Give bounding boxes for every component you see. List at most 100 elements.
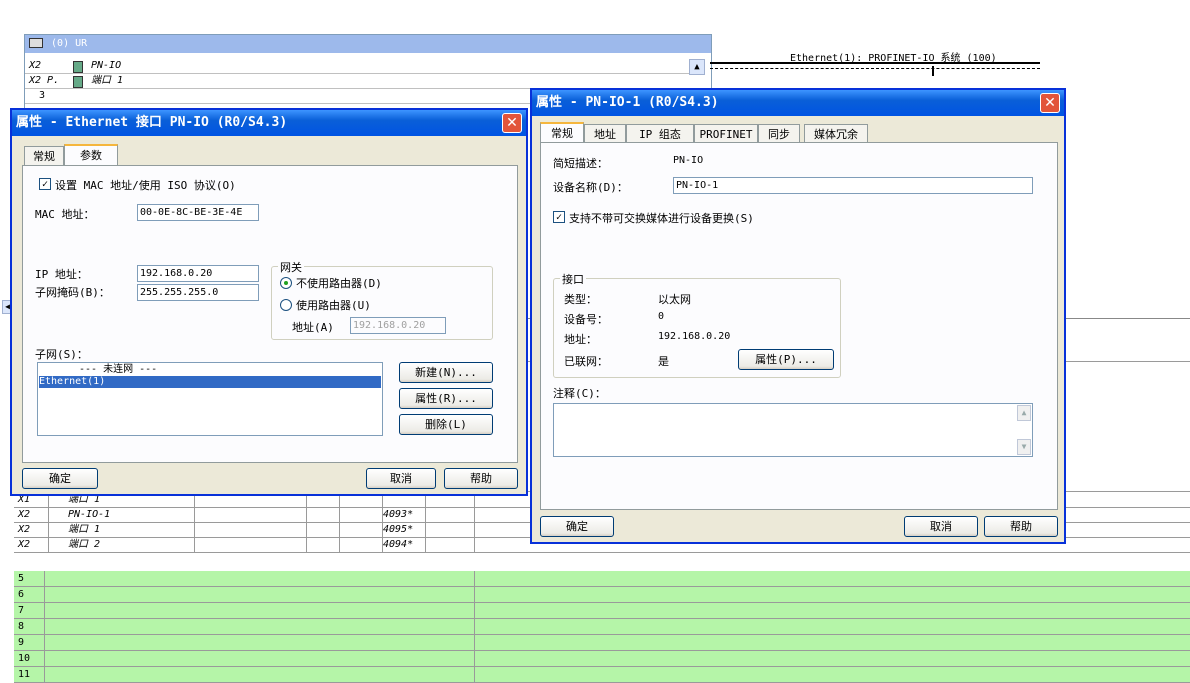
comment-label: 注释(C)：	[553, 387, 606, 400]
table-row[interactable]: 10	[14, 651, 1190, 667]
use-router-radio[interactable]	[280, 299, 292, 311]
mac-address-field[interactable]: 00-0E-8C-BE-3E-4E	[137, 204, 259, 221]
device-replace-checkbox[interactable]: ✓	[553, 211, 565, 223]
rack-row[interactable]: X2 P. 端口 1	[25, 74, 695, 89]
device-name-field[interactable]: PN-IO-1	[673, 177, 1033, 194]
cell	[426, 507, 475, 522]
device-name-label: 设备名称(D)：	[553, 181, 628, 194]
cell-module: PN-IO-1	[48, 507, 195, 522]
scroll-up-icon[interactable]: ▲	[689, 59, 705, 75]
mac-label: MAC 地址：	[35, 208, 95, 221]
rack-slot: X2	[29, 60, 42, 71]
subnet-properties-button[interactable]: 属性(R)...	[399, 388, 493, 409]
cell	[48, 603, 475, 618]
cell	[48, 571, 475, 586]
cell-slot: X2	[14, 522, 49, 537]
tab-parameters[interactable]: 参数	[64, 144, 118, 165]
ip-address-field[interactable]: 192.168.0.20	[137, 265, 259, 282]
short-desc-label: 简短描述：	[553, 157, 608, 170]
table-row[interactable]: 6	[14, 587, 1190, 603]
cell-slot: 6	[18, 587, 45, 602]
type-value: 以太网	[658, 293, 691, 306]
table-row[interactable]: 8	[14, 619, 1190, 635]
interface-properties-button[interactable]: 属性(P)...	[738, 349, 834, 370]
close-icon[interactable]: ✕	[502, 113, 522, 133]
cell	[426, 522, 475, 537]
table-row[interactable]: 5	[14, 571, 1190, 587]
table-row[interactable]: 9	[14, 635, 1190, 651]
cell	[48, 635, 475, 650]
cell-module: 端口 2	[48, 537, 195, 552]
list-item[interactable]: Ethernet(1)	[39, 376, 381, 388]
gateway-label: 网关	[278, 259, 304, 275]
cell	[307, 522, 340, 537]
cell-slot: 10	[18, 651, 45, 666]
cell-addr: 4093*	[383, 507, 426, 522]
list-item[interactable]: --- 未连网 ---	[39, 364, 381, 376]
tab-general[interactable]: 常规	[540, 122, 584, 143]
cell	[194, 507, 307, 522]
rack-slot: X2 P.	[29, 75, 60, 86]
cancel-button[interactable]: 取消	[904, 516, 978, 537]
tab-sync[interactable]: 同步	[758, 124, 800, 143]
devno-label: 设备号：	[564, 313, 608, 326]
cell-slot: 11	[18, 667, 45, 682]
tab-ip-config[interactable]: IP 组态	[626, 124, 694, 143]
module-icon	[73, 76, 83, 88]
tab-panel: 简短描述： PN-IO 设备名称(D)： PN-IO-1 ✓ 支持不带可交换媒体…	[540, 142, 1058, 510]
devno-value: 0	[658, 311, 665, 322]
cell	[426, 537, 475, 552]
cell-slot: 5	[18, 571, 45, 586]
tab-panel: ✓ 设置 MAC 地址/使用 ISO 协议(O) MAC 地址： 00-0E-8…	[22, 165, 518, 463]
tab-general[interactable]: 常规	[24, 146, 64, 165]
new-subnet-button[interactable]: 新建(N)...	[399, 362, 493, 383]
networked-value: 是	[658, 355, 669, 368]
interface-group-label: 接口	[560, 271, 586, 287]
subnet-label: 子网(S)：	[35, 348, 88, 361]
rack-row[interactable]: X2 PN-IO	[25, 59, 695, 74]
tab-profinet[interactable]: PROFINET	[694, 124, 758, 143]
ethernet-interface-dialog: 属性 - Ethernet 接口 PN-IO (R0/S4.3) ✕ 常规 参数…	[10, 108, 528, 496]
use-router-label: 使用路由器(U)	[296, 299, 371, 312]
mac-iso-label: 设置 MAC 地址/使用 ISO 协议(O)	[55, 179, 236, 192]
scroll-down-icon[interactable]: ▼	[1017, 439, 1031, 455]
cell-slot: X2	[14, 537, 49, 552]
tab-strip: 常规 地址 IP 组态 PROFINET 同步 媒体冗余	[540, 122, 960, 144]
rack-slot: 3	[39, 90, 46, 101]
scroll-up-icon[interactable]: ▲	[1017, 405, 1031, 421]
cell	[48, 587, 475, 602]
cell-slot: X2	[14, 507, 49, 522]
table-row[interactable]: 7	[14, 603, 1190, 619]
rack-title: (0) UR	[51, 38, 88, 49]
rack-icon	[29, 38, 43, 48]
interface-group: 接口 类型： 以太网 设备号： 0 地址： 192.168.0.20 已联网： …	[553, 271, 841, 378]
cell-slot: 9	[18, 635, 45, 650]
type-label: 类型：	[564, 293, 597, 306]
subnet-mask-field[interactable]: 255.255.255.0	[137, 284, 259, 301]
cell	[340, 522, 383, 537]
addr-value: 192.168.0.20	[658, 331, 731, 342]
cell	[307, 507, 340, 522]
ok-button[interactable]: 确定	[22, 468, 98, 489]
no-router-radio[interactable]	[280, 277, 292, 289]
tab-media-redundancy[interactable]: 媒体冗余	[804, 124, 868, 143]
cancel-button[interactable]: 取消	[366, 468, 436, 489]
cell-slot: 8	[18, 619, 45, 634]
close-icon[interactable]: ✕	[1040, 93, 1060, 113]
subnet-list[interactable]: --- 未连网 --- Ethernet(1)	[37, 362, 383, 436]
ip-label: IP 地址：	[35, 268, 88, 281]
gateway-address-field[interactable]: 192.168.0.20	[350, 317, 446, 334]
mac-iso-checkbox[interactable]: ✓	[39, 178, 51, 190]
tab-address[interactable]: 地址	[584, 124, 626, 143]
short-desc-value: PN-IO	[673, 155, 704, 166]
comment-textarea[interactable]: ▲ ▼	[553, 403, 1033, 457]
cell	[48, 651, 475, 666]
ok-button[interactable]: 确定	[540, 516, 614, 537]
gateway-group: 网关 不使用路由器(D) 使用路由器(U) 地址(A) 192.168.0.20	[271, 259, 493, 340]
cell	[340, 537, 383, 552]
delete-subnet-button[interactable]: 删除(L)	[399, 414, 493, 435]
table-row[interactable]: 11	[14, 667, 1190, 683]
help-button[interactable]: 帮助	[444, 468, 518, 489]
network-bus-line[interactable]	[710, 62, 1040, 69]
help-button[interactable]: 帮助	[984, 516, 1058, 537]
